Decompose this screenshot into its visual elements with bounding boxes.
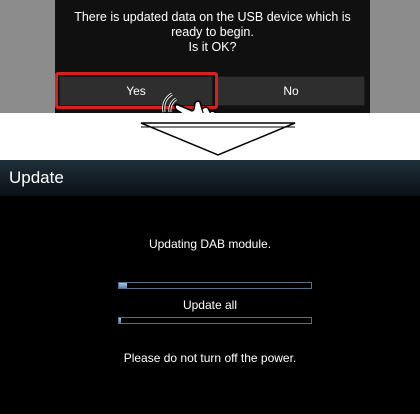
power-notice: Please do not turn off the power. [123,351,297,365]
update-all-label: Update all [182,298,238,312]
dab-update-label: Updating DAB module. [148,237,272,251]
dab-progress-fill [119,283,127,288]
dialog-message-line-3: Is it OK? [188,40,237,54]
dab-progress-bar [118,282,312,289]
title-bar: Update [0,160,420,196]
no-button-label: No [283,84,299,98]
hand-pointer-icon [162,92,217,113]
confirm-dialog-screen: There is updated data on the USB device … [0,0,420,113]
update-all-progress-bar [118,317,312,324]
dialog-message-line-2: ready to begin. [171,25,254,39]
down-arrow-icon [140,122,296,156]
page-title: Update [9,168,64,187]
no-button[interactable]: No [217,76,365,106]
background-right [370,0,420,113]
update-screen: Update Updating DAB module. Update all P… [0,160,420,414]
update-all-progress-fill [119,318,121,323]
background-left [0,0,55,113]
dialog-message-line-1: There is updated data on the USB device … [74,10,351,24]
dialog-message: There is updated data on the USB device … [55,10,370,55]
